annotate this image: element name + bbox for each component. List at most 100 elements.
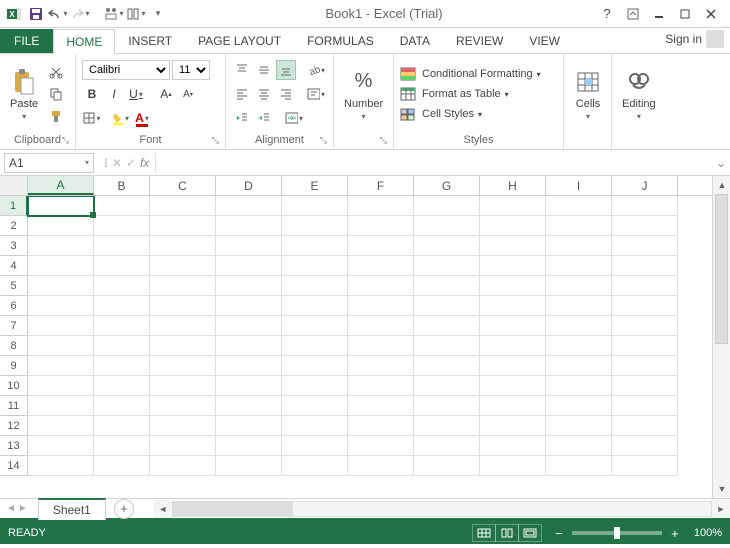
wrap-merge-icon[interactable] — [306, 84, 326, 104]
cell[interactable] — [348, 216, 414, 236]
format-as-table-button[interactable]: Format as Table▾ — [400, 87, 557, 101]
page-layout-tab[interactable]: PAGE LAYOUT — [185, 28, 294, 53]
cell[interactable] — [612, 276, 678, 296]
cell[interactable] — [546, 416, 612, 436]
cell[interactable] — [28, 316, 94, 336]
cell[interactable] — [150, 356, 216, 376]
cell[interactable] — [94, 216, 150, 236]
cell[interactable] — [150, 196, 216, 216]
cell[interactable] — [348, 376, 414, 396]
cell[interactable] — [150, 336, 216, 356]
cell[interactable] — [546, 336, 612, 356]
cell[interactable] — [94, 456, 150, 476]
cell[interactable] — [612, 256, 678, 276]
cell[interactable] — [546, 356, 612, 376]
zoom-slider[interactable] — [572, 531, 662, 535]
align-center-icon[interactable] — [254, 84, 274, 104]
insert-tab[interactable]: INSERT — [115, 28, 185, 53]
file-tab[interactable]: FILE — [0, 29, 53, 53]
scroll-up-icon[interactable]: ▲ — [713, 176, 730, 194]
cell[interactable] — [94, 236, 150, 256]
cell[interactable] — [546, 396, 612, 416]
cell[interactable] — [348, 356, 414, 376]
cell[interactable] — [28, 356, 94, 376]
cell[interactable] — [348, 196, 414, 216]
cells-button[interactable]: Cells ▾ — [570, 66, 606, 123]
cell[interactable] — [414, 396, 480, 416]
qat-icon[interactable] — [104, 4, 124, 24]
conditional-formatting-button[interactable]: Conditional Formatting▾ — [400, 67, 557, 81]
cell[interactable] — [216, 316, 282, 336]
new-sheet-icon[interactable]: + — [114, 499, 134, 519]
cell[interactable] — [480, 296, 546, 316]
font-color-icon[interactable]: A — [132, 108, 152, 128]
cell[interactable] — [348, 456, 414, 476]
cell[interactable] — [282, 236, 348, 256]
cell[interactable] — [28, 276, 94, 296]
cell[interactable] — [612, 336, 678, 356]
undo-icon[interactable] — [48, 4, 68, 24]
cell[interactable] — [150, 296, 216, 316]
row-header[interactable]: 11 — [0, 396, 28, 416]
cell[interactable] — [480, 416, 546, 436]
cell[interactable] — [612, 296, 678, 316]
view-tab[interactable]: VIEW — [516, 28, 573, 53]
cell[interactable] — [216, 236, 282, 256]
cell[interactable] — [150, 216, 216, 236]
row-header[interactable]: 6 — [0, 296, 28, 316]
cell[interactable] — [612, 416, 678, 436]
column-header[interactable]: F — [348, 176, 414, 195]
name-box[interactable]: A1▾ — [4, 153, 94, 173]
cell[interactable] — [150, 416, 216, 436]
cell[interactable] — [480, 356, 546, 376]
cell[interactable] — [150, 256, 216, 276]
sign-in[interactable]: Sign in — [659, 25, 730, 53]
cell[interactable] — [480, 196, 546, 216]
cell[interactable] — [216, 456, 282, 476]
cell[interactable] — [348, 396, 414, 416]
row-header[interactable]: 4 — [0, 256, 28, 276]
horizontal-scrollbar[interactable]: ◄ ► — [154, 500, 730, 518]
cell[interactable] — [216, 296, 282, 316]
cell[interactable] — [612, 376, 678, 396]
cell[interactable] — [94, 196, 150, 216]
cell[interactable] — [28, 376, 94, 396]
sheet-prev-icon[interactable]: ◄ — [6, 503, 16, 514]
cut-icon[interactable] — [46, 62, 66, 82]
row-header[interactable]: 3 — [0, 236, 28, 256]
cell[interactable] — [94, 336, 150, 356]
cell[interactable] — [414, 256, 480, 276]
select-all-corner[interactable] — [0, 176, 28, 195]
cell[interactable] — [150, 236, 216, 256]
cell[interactable] — [216, 436, 282, 456]
cell[interactable] — [94, 376, 150, 396]
increase-font-icon[interactable]: A▴ — [156, 84, 176, 104]
cell[interactable] — [216, 196, 282, 216]
fill-color-icon[interactable] — [110, 108, 130, 128]
align-middle-icon[interactable] — [254, 60, 274, 80]
cell[interactable] — [612, 216, 678, 236]
cell[interactable] — [348, 256, 414, 276]
cell[interactable] — [94, 296, 150, 316]
underline-button[interactable]: U — [126, 84, 146, 104]
formulas-tab[interactable]: FORMULAS — [294, 28, 387, 53]
cell[interactable] — [216, 216, 282, 236]
align-bottom-icon[interactable] — [276, 60, 296, 80]
cell[interactable] — [546, 436, 612, 456]
cancel-formula-icon[interactable]: ✕ — [112, 156, 122, 170]
cell[interactable] — [94, 416, 150, 436]
align-top-icon[interactable] — [232, 60, 252, 80]
page-break-view-icon[interactable] — [518, 524, 542, 542]
vscroll-thumb[interactable] — [715, 194, 728, 344]
cell[interactable] — [348, 336, 414, 356]
cell[interactable] — [150, 436, 216, 456]
row-header[interactable]: 13 — [0, 436, 28, 456]
home-tab[interactable]: HOME — [53, 29, 115, 54]
cell[interactable] — [414, 376, 480, 396]
orientation-icon[interactable]: ab — [306, 60, 326, 80]
cell[interactable] — [414, 236, 480, 256]
cell[interactable] — [546, 276, 612, 296]
cell[interactable] — [480, 276, 546, 296]
formula-input[interactable] — [155, 153, 712, 173]
cell[interactable] — [546, 376, 612, 396]
